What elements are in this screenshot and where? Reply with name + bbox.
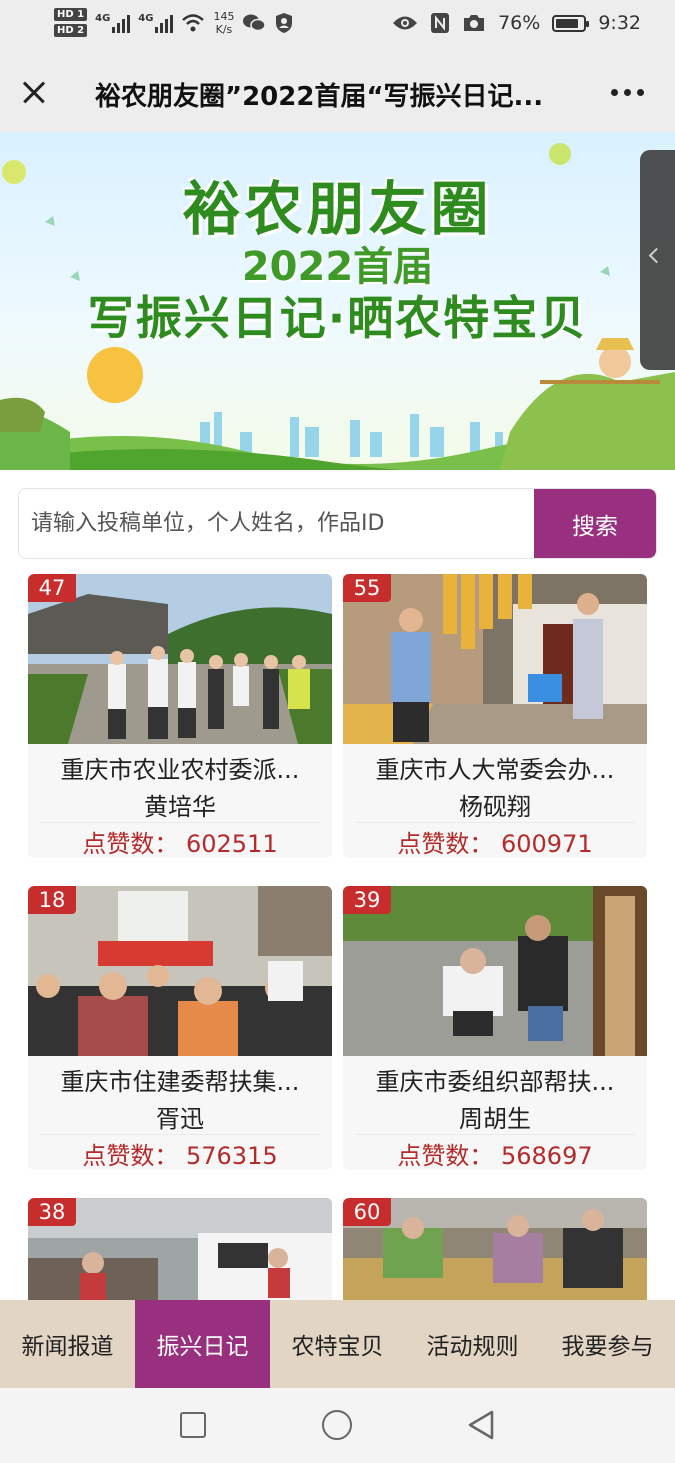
hd1-indicator: HD 1	[54, 8, 88, 21]
entry-unit: 重庆市住建委帮扶集...	[60, 1068, 300, 1096]
entry-author: 杨砚翔	[459, 793, 531, 821]
entry-unit: 重庆市人大常委会办...	[375, 756, 615, 784]
network-speed: 145 K/s	[213, 10, 234, 36]
card-divider	[355, 822, 635, 823]
entry-id-badge: 47	[28, 574, 76, 602]
search-button[interactable]: 搜索	[534, 489, 656, 558]
close-icon[interactable]	[14, 72, 54, 112]
back-icon[interactable]	[466, 1409, 496, 1441]
entry-id-badge: 39	[343, 886, 391, 914]
hero-banner: 裕农朋友圈 2022首届 写振兴日记·晒农特宝贝	[0, 132, 675, 470]
tab-news[interactable]: 新闻报道	[0, 1300, 135, 1388]
entry-likes: 点赞数： 576315	[82, 1142, 278, 1170]
network-type-2: 4G	[138, 12, 154, 24]
nfc-icon	[431, 13, 450, 33]
entry-card[interactable]: 47 重庆市农业农村委派... 黄培华 点赞数： 602511	[28, 574, 332, 858]
entry-author: 周胡生	[459, 1105, 531, 1133]
title-bar: 裕农朋友圈”2022首届“写振兴日记...	[0, 52, 675, 132]
entry-author: 黄培华	[144, 793, 216, 821]
speed-value: 145	[213, 9, 235, 23]
wechat-icon	[243, 14, 267, 31]
tab-specialty-products[interactable]: 农特宝贝	[270, 1300, 405, 1388]
eye-icon	[393, 16, 418, 30]
bottom-tab-bar: 新闻报道 振兴日记 农特宝贝 活动规则 我要参与	[0, 1300, 675, 1388]
signal-icon: 4G	[95, 12, 131, 33]
wifi-icon	[182, 13, 205, 31]
battery-percent: 76%	[498, 12, 541, 34]
entry-id-badge: 18	[28, 886, 76, 914]
search-bar: 搜索	[18, 488, 657, 559]
hd-indicators: HD 1 HD 2	[54, 8, 88, 37]
entry-card[interactable]: 55 重庆市人大常委会办... 杨砚翔 点赞数： 600971	[343, 574, 647, 858]
tab-participate[interactable]: 我要参与	[540, 1300, 675, 1388]
home-icon[interactable]	[322, 1410, 352, 1440]
recent-apps-icon[interactable]	[180, 1412, 206, 1438]
status-left: HD 1 HD 2 4G 4G 145 K/s	[54, 8, 294, 37]
card-divider	[40, 822, 320, 823]
camera-icon	[464, 15, 485, 31]
status-bar: HD 1 HD 2 4G 4G 145 K/s 76% 9:32	[0, 0, 675, 52]
clock: 9:32	[598, 12, 641, 34]
entry-likes: 点赞数： 568697	[397, 1142, 593, 1170]
tab-revitalization-diary[interactable]: 振兴日记	[135, 1300, 270, 1388]
card-divider	[40, 1134, 320, 1135]
side-drawer-handle[interactable]	[640, 150, 675, 370]
tab-rules[interactable]: 活动规则	[405, 1300, 540, 1388]
entry-card[interactable]: 18 重庆市住建委帮扶集... 胥迅 点赞数： 576315	[28, 886, 332, 1170]
entry-author: 胥迅	[156, 1105, 204, 1133]
chevron-left-icon	[648, 247, 665, 264]
entry-unit: 重庆市委组织部帮扶...	[375, 1068, 615, 1096]
shield-icon	[276, 12, 293, 33]
entry-likes: 点赞数： 602511	[82, 830, 278, 858]
hd2-indicator: HD 2	[54, 24, 88, 37]
speed-unit: K/s	[215, 22, 233, 36]
signal-icon-2: 4G	[138, 12, 174, 33]
entry-id-badge: 55	[343, 574, 391, 602]
banner-title-line-3: 写振兴日记·晒农特宝贝	[87, 291, 588, 345]
system-navigation-bar	[0, 1388, 675, 1463]
page-title: 裕农朋友圈”2022首届“写振兴日记...	[95, 82, 544, 112]
status-right: 76% 9:32	[392, 12, 641, 34]
entry-id-badge: 38	[28, 1198, 76, 1226]
entry-card[interactable]: 39 重庆市委组织部帮扶... 周胡生 点赞数： 568697	[343, 886, 647, 1170]
search-input[interactable]	[19, 489, 535, 558]
network-type-1: 4G	[95, 12, 111, 24]
entry-unit: 重庆市农业农村委派...	[60, 756, 300, 784]
card-divider	[355, 1134, 635, 1135]
entry-likes: 点赞数： 600971	[397, 830, 593, 858]
more-icon[interactable]	[607, 80, 647, 104]
battery-icon	[552, 14, 590, 32]
entry-id-badge: 60	[343, 1198, 391, 1226]
